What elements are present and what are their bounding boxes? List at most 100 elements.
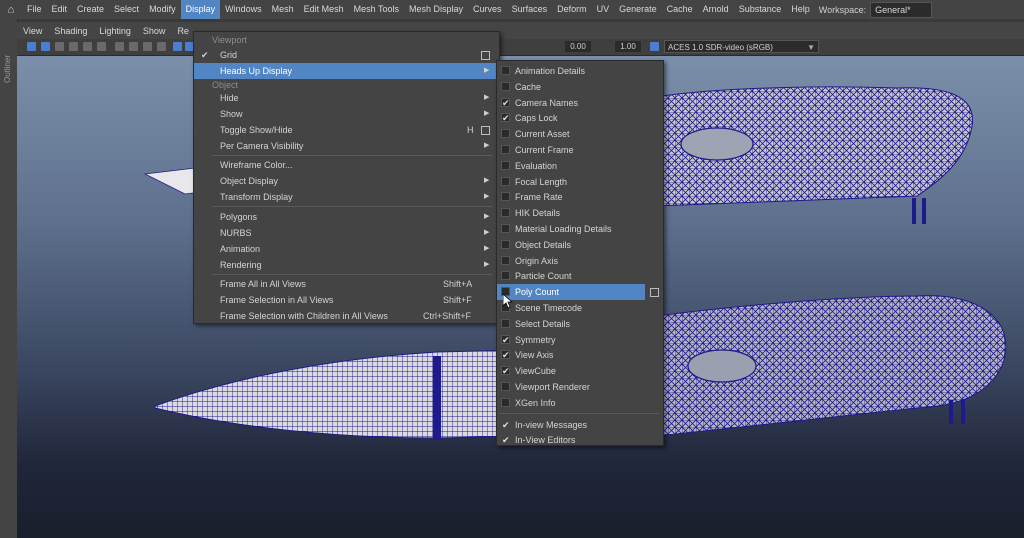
panel-menu-show[interactable]: Show [137, 26, 172, 36]
grid-toggle-icon[interactable] [115, 42, 124, 51]
color-management-icon[interactable] [650, 42, 659, 51]
hud-item-particle-count[interactable]: Particle Count [497, 268, 645, 284]
checkbox-icon [501, 318, 510, 328]
menu-item-frame-selection[interactable]: Frame Selection in All Views Shift+F [194, 292, 499, 308]
menu-item-grid[interactable]: ✔ Grid [194, 47, 499, 63]
hud-item-material-loading-details[interactable]: Material Loading Details [497, 221, 645, 237]
wireframe-icon[interactable] [173, 42, 182, 51]
image-plane-icon[interactable] [69, 42, 78, 51]
panel-menu-view[interactable]: View [17, 26, 48, 36]
menu-item-show[interactable]: Show ▶ [194, 106, 499, 122]
menu-generate[interactable]: Generate [614, 0, 662, 19]
panel-menu-re[interactable]: Re [171, 26, 195, 36]
select-camera-icon[interactable] [27, 42, 36, 51]
menu-item-object-display[interactable]: Object Display ▶ [194, 173, 499, 189]
menu-item-transform-display[interactable]: Transform Display ▶ [194, 189, 499, 205]
menu-modify[interactable]: Modify [144, 0, 181, 19]
menu-windows[interactable]: Windows [220, 0, 267, 19]
menu-mesh-tools[interactable]: Mesh Tools [349, 0, 404, 19]
workspace-dropdown[interactable]: General* [870, 1, 932, 18]
menu-item-hide[interactable]: Hide ▶ [194, 90, 499, 106]
menu-surfaces[interactable]: Surfaces [507, 0, 553, 19]
lower-handle-hole [687, 349, 757, 383]
menu-item-heads-up-display[interactable]: Heads Up Display ▶ [194, 63, 499, 79]
menu-separator [212, 274, 492, 275]
submenu-arrow-icon: ▶ [484, 229, 490, 236]
check-icon: ✔ [502, 350, 510, 361]
gamma-field[interactable]: 1.00 [615, 41, 641, 52]
menu-edit[interactable]: Edit [47, 0, 73, 19]
menu-display[interactable]: Display [180, 0, 221, 19]
hud-item-evaluation[interactable]: Evaluation [497, 158, 645, 174]
hud-item-origin-axis[interactable]: Origin Axis [497, 253, 645, 269]
hud-item-scene-timecode[interactable]: Scene Timecode [497, 300, 645, 316]
hud-item-viewcube[interactable]: ✔ ViewCube [497, 363, 645, 379]
menu-substance[interactable]: Substance [734, 0, 787, 19]
menu-separator [212, 206, 492, 207]
hud-item-camera-names[interactable]: ✔ Camera Names [497, 95, 645, 111]
hud-item-select-details[interactable]: Select Details [497, 316, 645, 332]
2d-pan-zoom-icon[interactable] [83, 42, 92, 51]
menu-item-animation[interactable]: Animation ▶ [194, 241, 499, 257]
submenu-arrow-icon: ▶ [484, 110, 490, 117]
hud-item-animation-details[interactable]: Animation Details [497, 63, 645, 79]
option-box-icon[interactable] [481, 51, 490, 60]
menu-cache[interactable]: Cache [662, 0, 698, 19]
hud-item-cache[interactable]: Cache [497, 79, 645, 95]
option-box-icon[interactable] [481, 126, 490, 135]
camera-attributes-icon[interactable] [41, 42, 50, 51]
hud-item-object-details[interactable]: Object Details [497, 237, 645, 253]
lower-knife-bolster [433, 356, 441, 440]
menu-item-wireframe-color[interactable]: Wireframe Color... [194, 157, 499, 173]
menu-item-rendering[interactable]: Rendering ▶ [194, 257, 499, 273]
grease-pencil-icon[interactable] [97, 42, 106, 51]
menu-item-frame-all[interactable]: Frame All in All Views Shift+A [194, 276, 499, 292]
panel-menu-shading[interactable]: Shading [48, 26, 93, 36]
hud-item-viewport-renderer[interactable]: Viewport Renderer [497, 379, 645, 395]
resolution-gate-icon[interactable] [143, 42, 152, 51]
hud-item-symmetry[interactable]: ✔ Symmetry [497, 332, 645, 348]
submenu-arrow-icon: ▶ [484, 142, 490, 149]
hud-item-focal-length[interactable]: Focal Length [497, 174, 645, 190]
option-box-icon[interactable] [650, 288, 659, 298]
hud-item-frame-rate[interactable]: Frame Rate [497, 189, 645, 205]
menu-edit-mesh[interactable]: Edit Mesh [299, 0, 349, 19]
check-icon: ✔ [502, 435, 510, 446]
menu-item-toggle-show-hide[interactable]: Toggle Show/Hide H [194, 122, 499, 138]
menu-item-per-camera-visibility[interactable]: Per Camera Visibility ▶ [194, 138, 499, 154]
menu-item-polygons[interactable]: Polygons ▶ [194, 209, 499, 225]
menu-mesh-display[interactable]: Mesh Display [404, 0, 468, 19]
hud-item-caps-lock[interactable]: ✔ Caps Lock [497, 110, 645, 126]
hud-item-in-view-messages[interactable]: ✔ In-view Messages [497, 417, 645, 433]
menu-item-frame-selection-children[interactable]: Frame Selection with Children in All Vie… [194, 308, 499, 324]
display-menu: Viewport ✔ Grid Heads Up Display ▶ Objec… [193, 31, 500, 324]
film-gate-icon[interactable] [129, 42, 138, 51]
menu-file[interactable]: File [22, 0, 47, 19]
menu-deform[interactable]: Deform [552, 0, 592, 19]
hud-item-poly-count[interactable]: Poly Count [497, 284, 645, 301]
hud-item-current-frame[interactable]: Current Frame [497, 142, 645, 158]
menu-create[interactable]: Create [72, 0, 109, 19]
submenu-arrow-icon: ▶ [484, 67, 490, 74]
exposure-field[interactable]: 0.00 [565, 41, 591, 52]
color-space-dropdown[interactable]: ACES 1.0 SDR-video (sRGB) ▼ [664, 40, 819, 53]
menu-select[interactable]: Select [109, 0, 144, 19]
menu-mesh[interactable]: Mesh [267, 0, 299, 19]
menu-item-nurbs[interactable]: NURBS ▶ [194, 225, 499, 241]
section-viewport: Viewport [212, 35, 247, 45]
hud-item-hik-details[interactable]: HIK Details [497, 205, 645, 221]
home-icon[interactable]: ⌂ [0, 0, 22, 19]
panel-menu-lighting[interactable]: Lighting [93, 26, 137, 36]
menu-help[interactable]: Help [786, 0, 815, 19]
hud-item-in-view-editors[interactable]: ✔ In-View Editors [497, 432, 645, 448]
bookmark-icon[interactable] [55, 42, 64, 51]
menu-arnold[interactable]: Arnold [698, 0, 734, 19]
menu-curves[interactable]: Curves [468, 0, 507, 19]
outliner-tab[interactable]: Outliner [0, 19, 18, 538]
hud-item-view-axis[interactable]: ✔ View Axis [497, 347, 645, 363]
gate-mask-icon[interactable] [157, 42, 166, 51]
hud-item-xgen-info[interactable]: XGen Info [497, 395, 645, 411]
menu-uv[interactable]: UV [592, 0, 615, 19]
checkbox-icon [501, 66, 510, 75]
hud-item-current-asset[interactable]: Current Asset [497, 126, 645, 142]
